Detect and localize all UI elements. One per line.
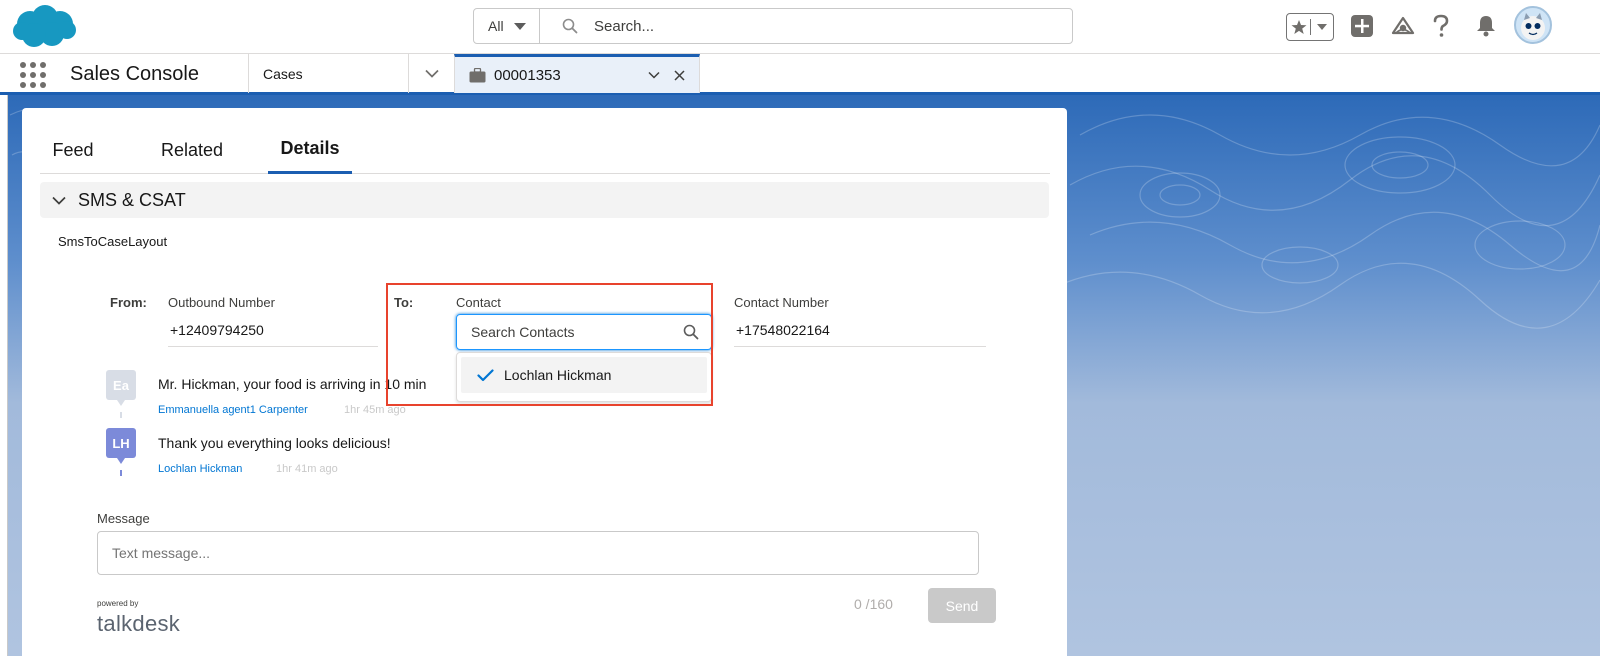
message-time: 1hr 45m ago [344, 404, 406, 416]
global-search: All [473, 8, 1073, 44]
message-text: Mr. Hickman, your food is arriving in 10… [158, 376, 427, 392]
search-field [540, 9, 1072, 43]
search-scope-dropdown[interactable]: All [474, 9, 540, 43]
send-button[interactable]: Send [928, 588, 996, 623]
section-header-sms-csat[interactable]: SMS & CSAT [40, 182, 1049, 218]
to-label: To: [394, 295, 414, 310]
contact-label: Contact [456, 295, 501, 310]
favorites-button[interactable] [1286, 13, 1334, 41]
message-input[interactable] [112, 545, 962, 561]
salesforce-logo[interactable] [12, 4, 78, 50]
user-avatar[interactable] [1514, 6, 1552, 44]
powered-by-label: powered by [97, 599, 139, 608]
contact-option[interactable]: Lochlan Hickman [461, 357, 707, 393]
avatar-initials: LH [112, 435, 130, 451]
tab-label: Feed [52, 139, 94, 160]
layout-name: SmsToCaseLayout [58, 234, 168, 249]
contact-number-value: +17548022164 [734, 313, 986, 347]
message-label: Message [97, 511, 150, 526]
tab-label: Details [280, 138, 340, 158]
tab-feed[interactable]: Feed [40, 126, 106, 174]
global-header: All [0, 0, 1600, 54]
contact-option-label: Lochlan Hickman [504, 367, 612, 383]
star-icon [1291, 20, 1306, 34]
workspace-tab-label: 00001353 [494, 66, 561, 84]
record-detail-card: Feed Related Details SMS & CSAT SmsToCas… [22, 108, 1067, 656]
trailhead-button[interactable] [1388, 8, 1418, 44]
character-counter: 0 /160 [854, 596, 893, 612]
message-author-link[interactable]: Emmanuella agent1 Carpenter [158, 404, 308, 416]
chevron-down-icon [424, 69, 439, 78]
chevron-down-icon [1317, 24, 1327, 30]
avatar-initials: Ea [113, 377, 129, 393]
search-scope-label: All [488, 18, 504, 34]
search-input[interactable] [594, 17, 974, 35]
tab-label: Related [160, 139, 224, 160]
header-utility-icons [1270, 0, 1600, 54]
app-launcher-icon[interactable] [20, 62, 46, 88]
global-actions-button[interactable] [1348, 8, 1376, 44]
outbound-number-label: Outbound Number [168, 295, 275, 310]
contact-dropdown: Lochlan Hickman [456, 352, 712, 402]
bell-icon [1477, 16, 1495, 37]
contact-number-label: Contact Number [734, 295, 829, 310]
chevron-down-icon [52, 196, 66, 205]
avatar: LH [106, 428, 136, 464]
search-icon [683, 324, 699, 340]
contact-search-field [456, 314, 712, 350]
astro-avatar-icon [1521, 13, 1545, 40]
app-name: Sales Console [70, 63, 199, 85]
message-field [97, 531, 979, 575]
workspace-tab-case[interactable]: 00001353 [454, 54, 700, 93]
talkdesk-logo: talkdesk [97, 611, 181, 636]
add-icon [1351, 15, 1373, 37]
timeline-line [120, 470, 122, 476]
notifications-button[interactable] [1474, 8, 1498, 44]
message-author-link[interactable]: Lochlan Hickman [158, 463, 242, 475]
app-navigation-bar: Sales Console Cases 00001353 [0, 54, 1600, 95]
tab-details[interactable]: Details [268, 126, 352, 174]
close-icon[interactable] [674, 69, 685, 81]
section-title: SMS & CSAT [78, 189, 186, 210]
record-tabs: Feed Related Details [40, 126, 1050, 174]
contact-search-input[interactable] [471, 324, 671, 340]
outbound-number-value: +12409794250 [168, 313, 378, 347]
check-icon [477, 368, 494, 381]
chevron-down-icon[interactable] [648, 71, 660, 79]
avatar: Ea [106, 370, 136, 406]
help-icon [1433, 14, 1449, 37]
nav-item-label: Cases [263, 65, 303, 82]
trailhead-icon [1391, 16, 1415, 35]
tab-related[interactable]: Related [140, 126, 244, 174]
briefcase-icon [469, 67, 486, 82]
timeline-line [120, 412, 122, 418]
from-label: From: [110, 295, 147, 310]
search-icon [562, 18, 578, 34]
nav-menu-button[interactable] [408, 54, 454, 93]
caret-down-icon [513, 22, 526, 30]
nav-item-cases[interactable]: Cases [248, 54, 408, 93]
message-text: Thank you everything looks delicious! [158, 435, 391, 451]
message-time: 1hr 41m ago [276, 463, 338, 475]
left-edge-panel [0, 95, 8, 656]
help-button[interactable] [1430, 8, 1452, 44]
